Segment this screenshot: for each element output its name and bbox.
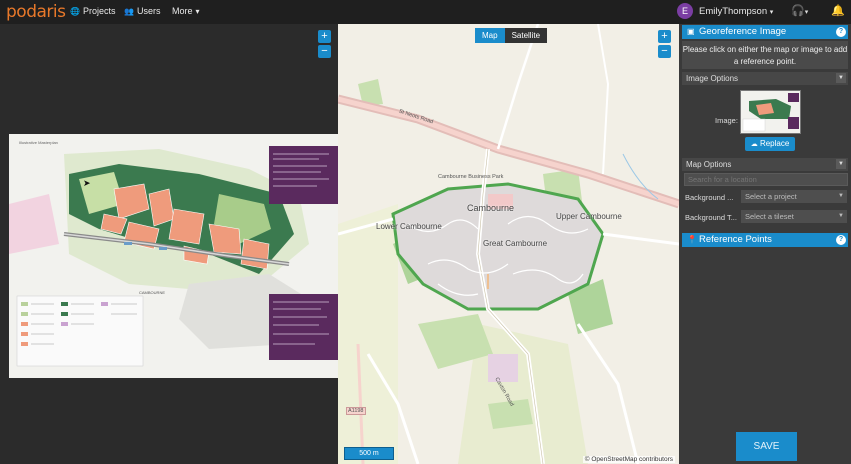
chevron-down-icon[interactable]: ▼ — [836, 73, 846, 83]
top-navigation-bar: podaris 🌐 Projects 👥 Users More ▾ E Emil… — [0, 0, 851, 24]
headset-icon[interactable]: 🎧▾ — [791, 4, 808, 17]
nav-projects[interactable]: 🌐 Projects — [70, 6, 115, 16]
image-zoom-out-button[interactable]: − — [318, 45, 331, 58]
background-tileset-select[interactable]: Select a tileset ▼ — [741, 210, 847, 223]
nav-more[interactable]: More ▾ — [172, 6, 200, 16]
reference-points-title: Reference Points — [699, 234, 772, 245]
image-zoom-in-button[interactable]: + — [318, 30, 331, 43]
bell-icon[interactable]: 🔔 — [831, 4, 845, 17]
background-project-select[interactable]: Select a project ▼ — [741, 190, 847, 203]
map-type-toggle: Map Satellite — [475, 28, 548, 43]
chevron-down-icon: ▾ — [769, 9, 774, 16]
image-options-title: Image Options — [686, 74, 739, 83]
map-zoom-in-button[interactable]: + — [658, 30, 671, 43]
replace-button[interactable]: ☁ Replace — [745, 137, 795, 151]
map-zoom-out-button[interactable]: − — [658, 45, 671, 58]
tab-satellite[interactable]: Satellite — [504, 28, 548, 43]
map-options-title: Map Options — [686, 160, 732, 169]
map-label-great-cambourne: Great Cambourne — [483, 239, 548, 248]
nav-more-label: More — [172, 6, 193, 16]
svg-text:CAMBOURNE: CAMBOURNE — [139, 290, 165, 295]
cloud-upload-icon: ☁ — [750, 141, 758, 148]
globe-icon: 🌐 — [70, 6, 80, 16]
chevron-down-icon: ▾ — [195, 6, 200, 16]
nav-users[interactable]: 👥 Users — [124, 6, 160, 16]
map-label-cambourne: Cambourne — [467, 203, 515, 213]
location-search-input[interactable] — [684, 173, 848, 186]
image-icon: ▣ — [687, 27, 695, 36]
map-label-a1198: A1198 — [346, 407, 366, 415]
tab-map[interactable]: Map — [475, 28, 505, 43]
svg-text:Illustrative Masterplan: Illustrative Masterplan — [19, 140, 58, 145]
user-name: EmilyThompson — [699, 6, 768, 17]
georeference-title: Georeference Image — [699, 26, 787, 37]
user-menu[interactable]: EmilyThompson ▾ — [699, 6, 773, 17]
map-label-business-park: Cambourne Business Park — [438, 174, 504, 180]
chevron-down-icon[interactable]: ▼ — [836, 159, 846, 169]
help-icon[interactable]: ? — [836, 235, 846, 245]
chevron-down-icon: ▼ — [838, 193, 844, 199]
background-project-value: Select a project — [745, 192, 797, 201]
image-label: Image: — [715, 116, 738, 125]
nav-users-label: Users — [136, 6, 161, 16]
georeference-header: ▣ Georeference Image ? — [682, 25, 848, 39]
app-logo[interactable]: podaris — [6, 2, 66, 22]
background-tileset-value: Select a tileset — [745, 212, 794, 221]
save-button[interactable]: SAVE — [736, 432, 797, 461]
map-label-upper-cambourne: Upper Cambourne — [556, 212, 622, 221]
map-scale-bar: 500 m — [344, 447, 394, 460]
background-project-label: Background ... — [685, 193, 734, 202]
masterplan-image[interactable]: Illustrative Masterplan CAMBOURNE — [9, 134, 338, 378]
help-icon[interactable]: ? — [836, 27, 846, 37]
replace-label: Replace — [759, 139, 790, 148]
georeference-panel: ▣ Georeference Image ? Please click on e… — [679, 24, 851, 464]
mouse-cursor-icon: ➤ — [83, 178, 91, 188]
thumbnail-drawing — [742, 93, 799, 132]
map-pane[interactable]: Map Satellite + − Cambourne Upper Cambou… — [338, 24, 679, 464]
map-label-lower-cambourne: Lower Cambourne — [376, 222, 442, 231]
instruction-text: Please click on either the map or image … — [682, 41, 848, 69]
chevron-down-icon: ▼ — [838, 213, 844, 219]
map-marker-icon: 📍 — [687, 235, 697, 244]
nav-projects-label: Projects — [82, 6, 116, 16]
background-tileset-label: Background T... — [685, 213, 737, 222]
user-avatar[interactable]: E — [677, 3, 693, 19]
image-thumbnail[interactable] — [740, 90, 801, 134]
map-options-section[interactable]: Map Options ▼ — [682, 158, 848, 171]
users-icon: 👥 — [124, 6, 134, 16]
image-options-section[interactable]: Image Options ▼ — [682, 72, 848, 85]
masterplan-drawing: Illustrative Masterplan CAMBOURNE — [9, 134, 338, 378]
reference-points-header[interactable]: 📍 Reference Points ? — [682, 233, 848, 247]
map-attribution[interactable]: © OpenStreetMap contributors — [582, 456, 675, 463]
